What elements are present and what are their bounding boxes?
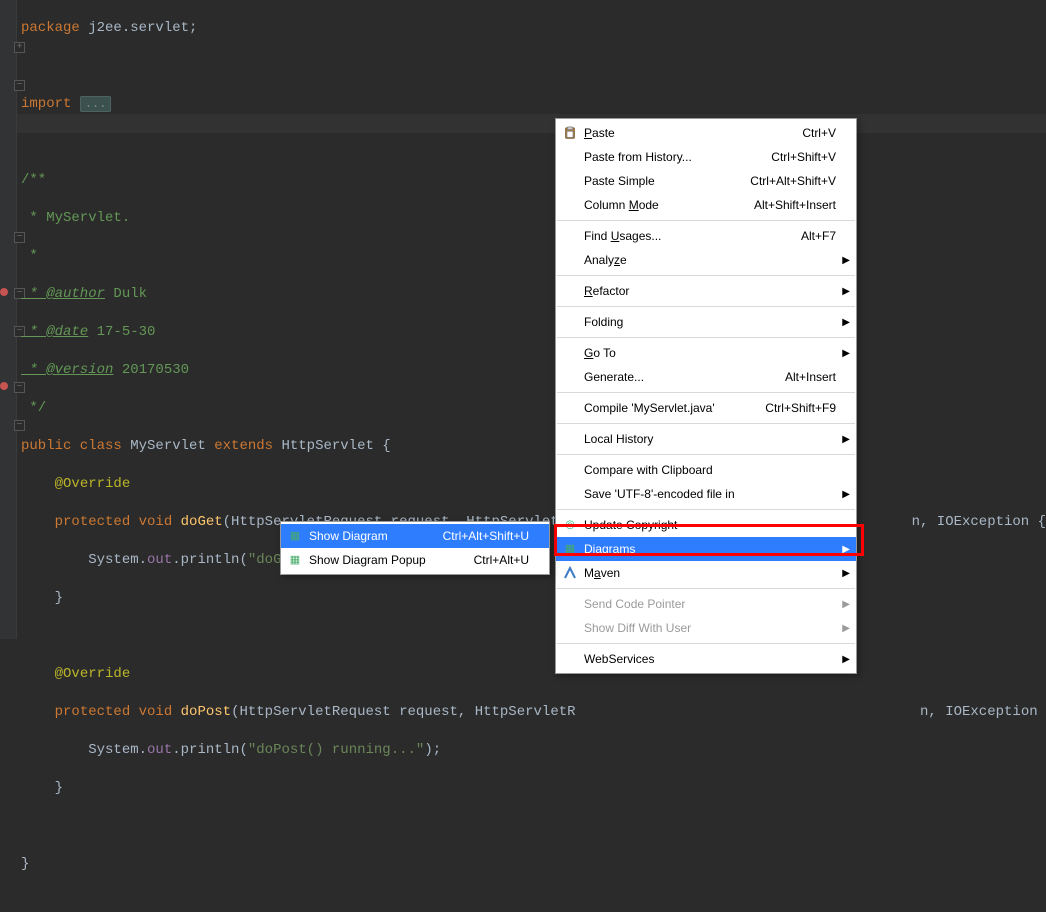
submenu-show-diagram-popup[interactable]: ▦ Show Diagram Popup Ctrl+Alt+U <box>281 548 549 572</box>
clipboard-icon <box>562 125 578 141</box>
menu-compile[interactable]: Compile 'MyServlet.java' Ctrl+Shift+F9 <box>556 396 856 420</box>
menu-paste-history[interactable]: Paste from History... Ctrl+Shift+V <box>556 145 856 169</box>
menu-diagrams[interactable]: ▦ Diagrams ▶ <box>556 537 856 561</box>
diagram-icon: ▦ <box>287 528 303 544</box>
submenu-arrow-icon: ▶ <box>842 317 850 328</box>
override-marker-icon[interactable] <box>0 382 8 390</box>
menu-local-history[interactable]: Local History ▶ <box>556 427 856 451</box>
menu-find-usages[interactable]: Find Usages... Alt+F7 <box>556 224 856 248</box>
menu-generate[interactable]: Generate... Alt+Insert <box>556 365 856 389</box>
submenu-arrow-icon: ▶ <box>842 348 850 359</box>
diagram-icon: ▦ <box>562 541 578 557</box>
menu-separator <box>557 509 855 510</box>
menu-separator <box>557 454 855 455</box>
submenu-arrow-icon: ▶ <box>842 568 850 579</box>
menu-analyze[interactable]: Analyze ▶ <box>556 248 856 272</box>
code-area: package j2ee.servlet; import ... /** * M… <box>17 0 1046 912</box>
menu-save-encoding[interactable]: Save 'UTF-8'-encoded file in ▶ <box>556 482 856 506</box>
submenu-arrow-icon: ▶ <box>842 255 850 266</box>
diagrams-submenu[interactable]: ▦ Show Diagram Ctrl+Alt+Shift+U ▦ Show D… <box>280 521 550 575</box>
menu-paste-simple[interactable]: Paste Simple Ctrl+Alt+Shift+V <box>556 169 856 193</box>
context-menu[interactable]: Paste Ctrl+V Paste from History... Ctrl+… <box>555 118 857 674</box>
submenu-arrow-icon: ▶ <box>842 434 850 445</box>
menu-folding[interactable]: Folding ▶ <box>556 310 856 334</box>
submenu-arrow-icon: ▶ <box>842 654 850 665</box>
menu-separator <box>557 337 855 338</box>
menu-webservices[interactable]: WebServices ▶ <box>556 647 856 671</box>
override-marker-icon[interactable] <box>0 288 8 296</box>
submenu-show-diagram[interactable]: ▦ Show Diagram Ctrl+Alt+Shift+U <box>281 524 549 548</box>
folded-imports[interactable]: ... <box>80 96 112 112</box>
menu-separator <box>557 392 855 393</box>
menu-separator <box>557 220 855 221</box>
submenu-arrow-icon: ▶ <box>842 623 850 634</box>
menu-maven[interactable]: Maven ▶ <box>556 561 856 585</box>
menu-separator <box>557 275 855 276</box>
submenu-arrow-icon: ▶ <box>842 599 850 610</box>
diagram-icon: ▦ <box>287 552 303 568</box>
menu-separator <box>557 423 855 424</box>
menu-send-code-pointer: Send Code Pointer ▶ <box>556 592 856 616</box>
menu-separator <box>557 588 855 589</box>
menu-compare-clipboard[interactable]: Compare with Clipboard <box>556 458 856 482</box>
maven-icon <box>562 565 578 581</box>
menu-goto[interactable]: Go To ▶ <box>556 341 856 365</box>
menu-update-copyright[interactable]: © Update Copyright <box>556 513 856 537</box>
menu-refactor[interactable]: Refactor ▶ <box>556 279 856 303</box>
copyright-icon: © <box>562 517 578 533</box>
menu-separator <box>557 643 855 644</box>
submenu-arrow-icon: ▶ <box>842 544 850 555</box>
submenu-arrow-icon: ▶ <box>842 489 850 500</box>
gutter: + − − − − − − <box>0 0 17 639</box>
menu-separator <box>557 306 855 307</box>
submenu-arrow-icon: ▶ <box>842 286 850 297</box>
menu-paste[interactable]: Paste Ctrl+V <box>556 121 856 145</box>
menu-show-diff-with-user: Show Diff With User ▶ <box>556 616 856 640</box>
menu-column-mode[interactable]: Column Mode Alt+Shift+Insert <box>556 193 856 217</box>
